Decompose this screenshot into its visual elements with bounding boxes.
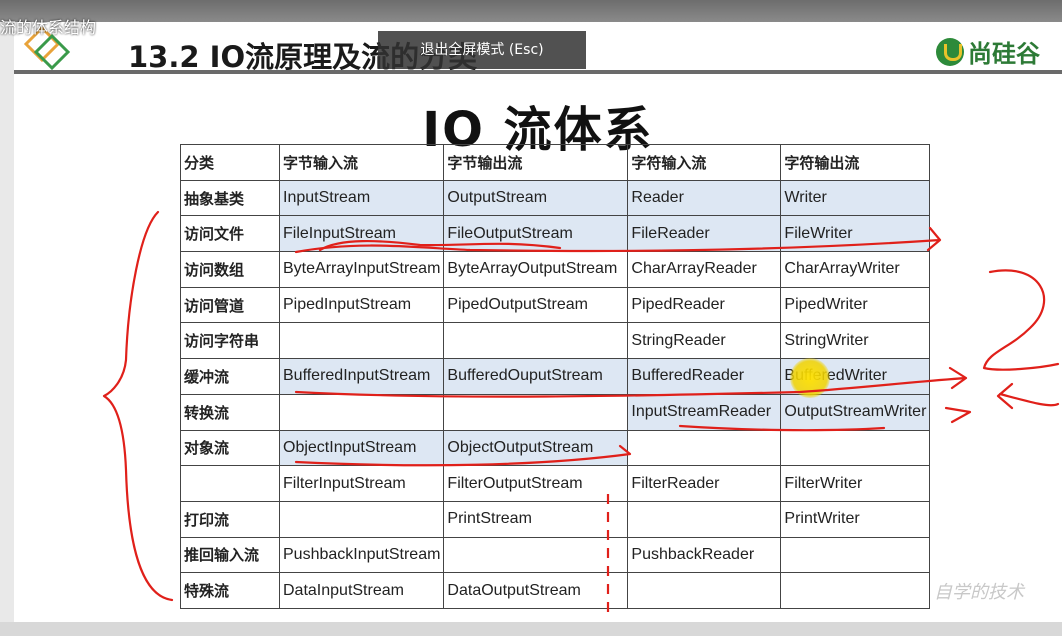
table-cell: BufferedOuputStream <box>443 358 629 395</box>
table-cell <box>780 572 931 609</box>
row-category: 转换流 <box>180 393 280 431</box>
row-category: 抽象基类 <box>180 179 280 217</box>
row-category: 对象流 <box>180 429 280 467</box>
table-cell <box>627 429 782 467</box>
top-bar <box>0 0 1062 22</box>
table-cell: OutputStreamWriter <box>780 393 931 431</box>
header-divider <box>14 70 1062 74</box>
table-cell <box>278 393 445 431</box>
row-category: 访问数组 <box>180 251 280 288</box>
table-header-row: 分类 字节输入流 字节输出流 字符输入流 字符输出流 <box>180 144 931 181</box>
table-cell: ObjectInputStream <box>278 429 445 467</box>
row-category: 访问管道 <box>180 286 280 324</box>
table-cell: Reader <box>627 179 782 217</box>
table-cell <box>780 429 931 467</box>
header-byte-output: 字节输出流 <box>443 144 629 181</box>
row-category: 缓冲流 <box>180 358 280 395</box>
table-cell: FilterOutputStream <box>443 465 629 502</box>
table-cell: PushbackInputStream <box>278 536 445 574</box>
table-cell <box>443 393 629 431</box>
table-cell <box>780 536 931 574</box>
table-cell: PrintWriter <box>780 500 931 538</box>
table-cell <box>627 572 782 609</box>
table-cell: BufferedInputStream <box>278 358 445 395</box>
row-category <box>180 465 280 502</box>
table-cell <box>627 500 782 538</box>
table-cell: Writer <box>780 179 931 217</box>
table-cell: FileOutputStream <box>443 215 629 253</box>
row-category: 特殊流 <box>180 572 280 609</box>
header-char-output: 字符输出流 <box>780 144 931 181</box>
bottom-bar <box>0 622 1062 636</box>
header-category: 分类 <box>180 144 280 181</box>
slide-header: 13.2 IO流原理及流的分类 退出全屏模式 (Esc) 尚硅谷 <box>14 22 1062 74</box>
header-byte-input: 字节输入流 <box>278 144 445 181</box>
brand-badge-icon <box>936 37 964 66</box>
exit-fullscreen-tooltip[interactable]: 退出全屏模式 (Esc) <box>378 31 586 69</box>
table-row: 对象流 ObjectInputStream ObjectOutputStream <box>180 429 931 467</box>
table-row: FilterInputStream FilterOutputStream Fil… <box>180 465 931 502</box>
row-category: 打印流 <box>180 500 280 538</box>
table-cell: PrintStream <box>443 500 629 538</box>
table-cell: CharArrayReader <box>627 251 782 288</box>
watermark: 自学的技术 <box>934 582 1024 603</box>
table-cell: InputStream <box>278 179 445 217</box>
table-row: 访问数组 ByteArrayInputStream ByteArrayOutpu… <box>180 251 931 288</box>
brand-name: 尚硅谷 <box>968 40 1040 68</box>
table-row: 访问管道 PipedInputStream PipedOutputStream … <box>180 286 931 324</box>
table-cell: FileInputStream <box>278 215 445 253</box>
table-cell: ByteArrayInputStream <box>278 251 445 288</box>
table-cell: FilterWriter <box>780 465 931 502</box>
table-cell <box>443 322 629 360</box>
table-cell: PipedInputStream <box>278 286 445 324</box>
table-row: 推回输入流 PushbackInputStream PushbackReader <box>180 536 931 574</box>
slide: 13.2 IO流原理及流的分类 退出全屏模式 (Esc) 尚硅谷 IO 流体系 … <box>14 22 1062 622</box>
cursor-highlight-icon <box>790 358 830 398</box>
header-char-input: 字符输入流 <box>627 144 782 181</box>
table-row: 打印流 PrintStream PrintWriter <box>180 500 931 538</box>
table-cell: StringWriter <box>780 322 931 360</box>
table-row: 访问文件 FileInputStream FileOutputStream Fi… <box>180 215 931 253</box>
table-cell: ByteArrayOutputStream <box>443 251 629 288</box>
table-cell: PipedOutputStream <box>443 286 629 324</box>
table-cell: DataOutputStream <box>443 572 629 609</box>
table-cell: CharArrayWriter <box>780 251 931 288</box>
table-cell: StringReader <box>627 322 782 360</box>
table-cell: FileReader <box>627 215 782 253</box>
table-cell: BufferedReader <box>627 358 782 395</box>
table-cell: FileWriter <box>780 215 931 253</box>
table-cell <box>278 500 445 538</box>
table-cell: DataInputStream <box>278 572 445 609</box>
row-category: 访问字符串 <box>180 322 280 360</box>
table-cell: PushbackReader <box>627 536 782 574</box>
table-cell: PipedWriter <box>780 286 931 324</box>
table-cell <box>278 322 445 360</box>
table-row: 特殊流 DataInputStream DataOutputStream <box>180 572 931 609</box>
row-category: 推回输入流 <box>180 536 280 574</box>
table-cell: ObjectOutputStream <box>443 429 629 467</box>
row-category: 访问文件 <box>180 215 280 253</box>
table-cell: InputStreamReader <box>627 393 782 431</box>
window-title: 流的体系结构 <box>0 18 97 37</box>
table-cell: OutputStream <box>443 179 629 217</box>
table-row: 转换流 InputStreamReader OutputStreamWriter <box>180 393 931 431</box>
table-cell: PipedReader <box>627 286 782 324</box>
table-cell: FilterInputStream <box>278 465 445 502</box>
table-cell: FilterReader <box>627 465 782 502</box>
table-row: 访问字符串 StringReader StringWriter <box>180 322 931 360</box>
table-row: 抽象基类 InputStream OutputStream Reader Wri… <box>180 179 931 217</box>
brand-logo: 尚硅谷 <box>936 34 1040 69</box>
table-cell <box>443 536 629 574</box>
